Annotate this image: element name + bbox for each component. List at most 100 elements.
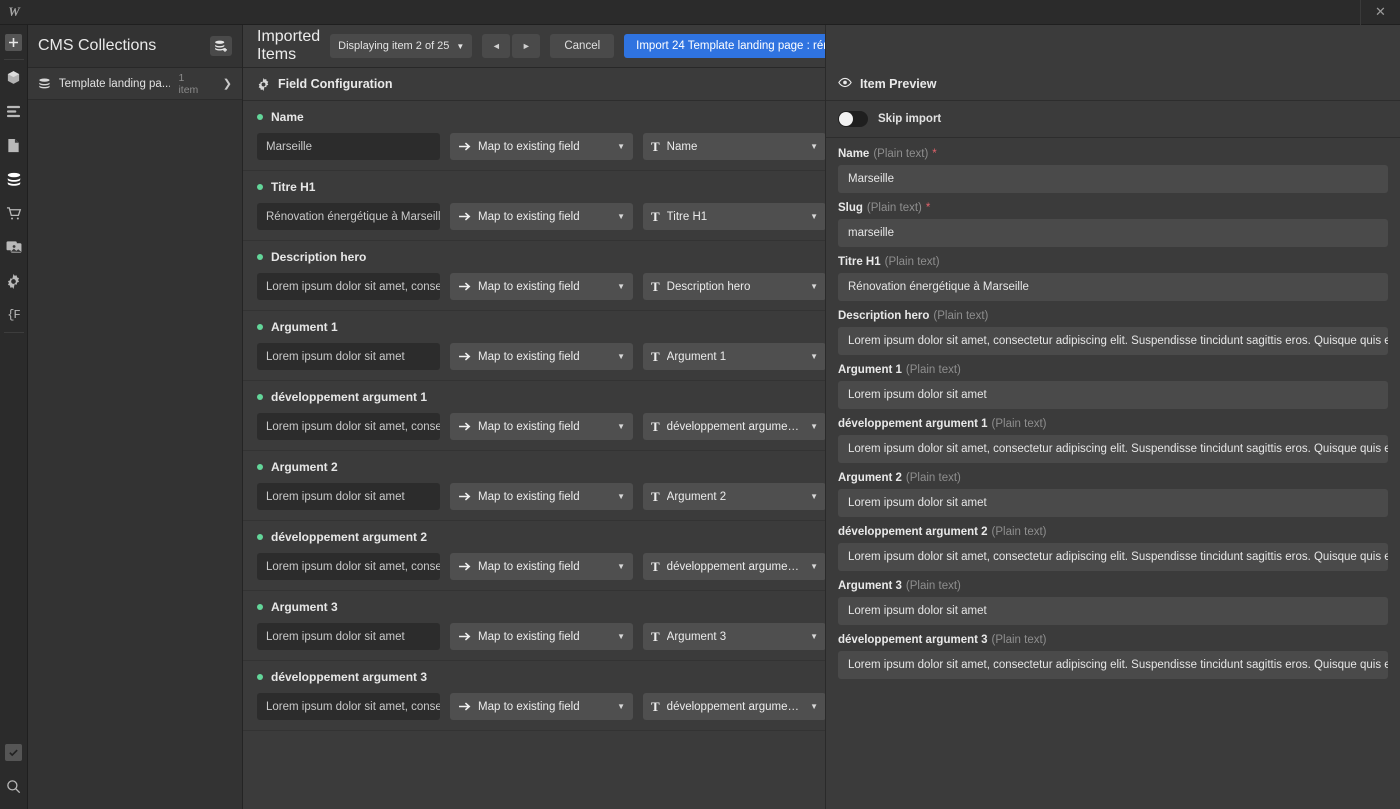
preview-field-input[interactable]: Lorem ipsum dolor sit amet, consectetur … (838, 435, 1388, 463)
target-field-select[interactable]: Tdéveloppement argument 3 ▼ (643, 693, 825, 720)
preview-field-name: Argument 3 (838, 580, 902, 592)
source-value-input[interactable]: Lorem ipsum dolor sit amet (257, 623, 440, 650)
preview-field: développement argument 1 (Plain text) Lore… (838, 418, 1388, 463)
chevron-down-icon: ▼ (456, 41, 465, 51)
source-value-input[interactable]: Lorem ipsum dolor sit amet, conse (257, 693, 440, 720)
preview-field-input[interactable]: Lorem ipsum dolor sit amet (838, 597, 1388, 625)
item-pager-dropdown[interactable]: Displaying item 2 of 25 ▼ (330, 34, 473, 58)
preview-field-type: (Plain text) (884, 256, 940, 268)
target-field-select[interactable]: Tdéveloppement argument 1 ▼ (643, 413, 825, 440)
map-mode-select[interactable]: Map to existing field ▼ (450, 273, 633, 300)
preview-field: Argument 1 (Plain text) Lorem ipsum dolor … (838, 364, 1388, 409)
ecommerce-cart-icon[interactable] (0, 196, 28, 230)
field-source-name: Argument 2 (271, 460, 338, 474)
required-marker: * (925, 202, 931, 214)
chevron-down-icon: ▼ (617, 352, 625, 361)
map-mode-select[interactable]: Map to existing field ▼ (450, 553, 633, 580)
components-icon[interactable] (0, 60, 28, 94)
next-item-button[interactable]: ► (512, 34, 541, 58)
pages-icon[interactable] (0, 128, 28, 162)
text-type-icon: T (651, 139, 660, 154)
preview-field-input[interactable]: Lorem ipsum dolor sit amet, consectetur … (838, 543, 1388, 571)
arrow-right-icon (458, 211, 471, 222)
target-field-select[interactable]: T Description hero ▼ (643, 273, 825, 300)
field-row-label: développement argument 1 (257, 390, 811, 404)
prev-item-button[interactable]: ◄ (482, 34, 511, 58)
text-type-icon: T (651, 489, 660, 504)
map-mode-select[interactable]: Map to existing field ▼ (450, 623, 633, 650)
field-source-name: Argument 1 (271, 320, 338, 334)
field-row-label: Description hero (257, 250, 811, 264)
title-bar: W ✕ (0, 0, 1400, 25)
target-field-value: développement argument 1 (666, 420, 804, 433)
navigator-layers-icon[interactable] (0, 94, 28, 128)
target-field-select[interactable]: Tdéveloppement argument 2 ▼ (643, 553, 825, 580)
chevron-right-icon[interactable]: ❯ (223, 77, 232, 90)
collection-database-icon (39, 77, 50, 88)
close-icon[interactable]: ✕ (1360, 0, 1400, 25)
target-field-select[interactable]: T Argument 1 ▼ (643, 343, 825, 370)
skip-import-toggle[interactable] (838, 111, 868, 127)
map-mode-select[interactable]: Map to existing field ▼ (450, 133, 633, 160)
target-field-select[interactable]: T Argument 3 ▼ (643, 623, 825, 650)
field-row-label: Name (257, 110, 811, 124)
preview-field: Argument 2 (Plain text) Lorem ipsum dolor … (838, 472, 1388, 517)
target-field-value: Name (666, 140, 698, 153)
map-mode-select[interactable]: Map to existing field ▼ (450, 413, 633, 440)
source-value-input[interactable]: Lorem ipsum dolor sit amet (257, 343, 440, 370)
status-dot-icon (257, 254, 263, 260)
source-value-input[interactable]: Lorem ipsum dolor sit amet, conse (257, 553, 440, 580)
source-value-input[interactable]: Rénovation énergétique à Marseille (257, 203, 440, 230)
text-type-icon: T (651, 699, 660, 714)
search-icon[interactable] (0, 769, 28, 803)
target-field-value: Argument 2 (666, 490, 727, 503)
status-dot-icon (257, 324, 263, 330)
target-field-select[interactable]: T Titre H1 ▼ (643, 203, 825, 230)
preview-field-input[interactable]: Lorem ipsum dolor sit amet (838, 381, 1388, 409)
map-mode-value: Map to existing field (478, 210, 580, 223)
status-dot-icon (257, 464, 263, 470)
settings-gear-icon[interactable] (0, 264, 28, 298)
add-element-icon[interactable] (0, 25, 28, 59)
cms-collections-icon[interactable] (0, 162, 28, 196)
target-field-value: développement argument 2 (666, 560, 804, 573)
variables-braces-icon[interactable]: {F (0, 298, 28, 332)
source-value-input[interactable]: Marseille (257, 133, 440, 160)
map-mode-select[interactable]: Map to existing field ▼ (450, 203, 633, 230)
rail-divider-lower (3, 332, 24, 333)
collection-list-item[interactable]: Template landing pa... 1 item ❯ (28, 68, 242, 100)
preview-field-input[interactable]: Rénovation énergétique à Marseille (838, 273, 1388, 301)
target-field-select[interactable]: T Name ▼ (643, 133, 825, 160)
preview-field-input[interactable]: marseille (838, 219, 1388, 247)
source-value-input[interactable]: Lorem ipsum dolor sit amet (257, 483, 440, 510)
field-row-controls: Lorem ipsum dolor sit amet, conse Map to … (257, 273, 825, 300)
collections-header: CMS Collections (28, 25, 242, 68)
field-row-controls: Lorem ipsum dolor sit amet, conse Map to … (257, 553, 825, 580)
map-mode-select[interactable]: Map to existing field ▼ (450, 343, 633, 370)
preview-field: Titre H1 (Plain text) Rénovation énergétiq… (838, 256, 1388, 301)
audit-check-icon[interactable] (0, 735, 28, 769)
assets-images-icon[interactable] (0, 230, 28, 264)
field-source-name: Argument 3 (271, 600, 338, 614)
add-collection-button[interactable] (210, 36, 232, 56)
preview-field-input[interactable]: Marseille (838, 165, 1388, 193)
item-preview-panel: Item Preview Skip import Name (Plain text… (825, 25, 1400, 809)
map-mode-value: Map to existing field (478, 560, 580, 573)
target-field-select[interactable]: T Argument 2 ▼ (643, 483, 825, 510)
preview-field-type: (Plain text) (873, 148, 929, 160)
preview-field-input[interactable]: Lorem ipsum dolor sit amet, consectetur … (838, 327, 1388, 355)
imported-items-header: Imported Items Displaying item 2 of 25 ▼… (243, 25, 979, 68)
map-mode-select[interactable]: Map to existing field ▼ (450, 483, 633, 510)
cancel-button[interactable]: Cancel (550, 34, 615, 58)
source-value-input[interactable]: Lorem ipsum dolor sit amet, conse (257, 413, 440, 440)
preview-field-input[interactable]: Lorem ipsum dolor sit amet, consectetur … (838, 651, 1388, 679)
source-value-input[interactable]: Lorem ipsum dolor sit amet, conse (257, 273, 440, 300)
preview-field-name: Titre H1 (838, 256, 881, 268)
map-mode-value: Map to existing field (478, 490, 580, 503)
preview-field-input[interactable]: Lorem ipsum dolor sit amet (838, 489, 1388, 517)
text-type-icon: T (651, 209, 660, 224)
webflow-cms-import-window: W ✕ {F CMS Collections Template landing … (0, 0, 1400, 809)
preview-field-name: Argument 1 (838, 364, 902, 376)
field-config-row: développement argument 2 Lorem ipsum dolo… (243, 521, 825, 591)
map-mode-select[interactable]: Map to existing field ▼ (450, 693, 633, 720)
